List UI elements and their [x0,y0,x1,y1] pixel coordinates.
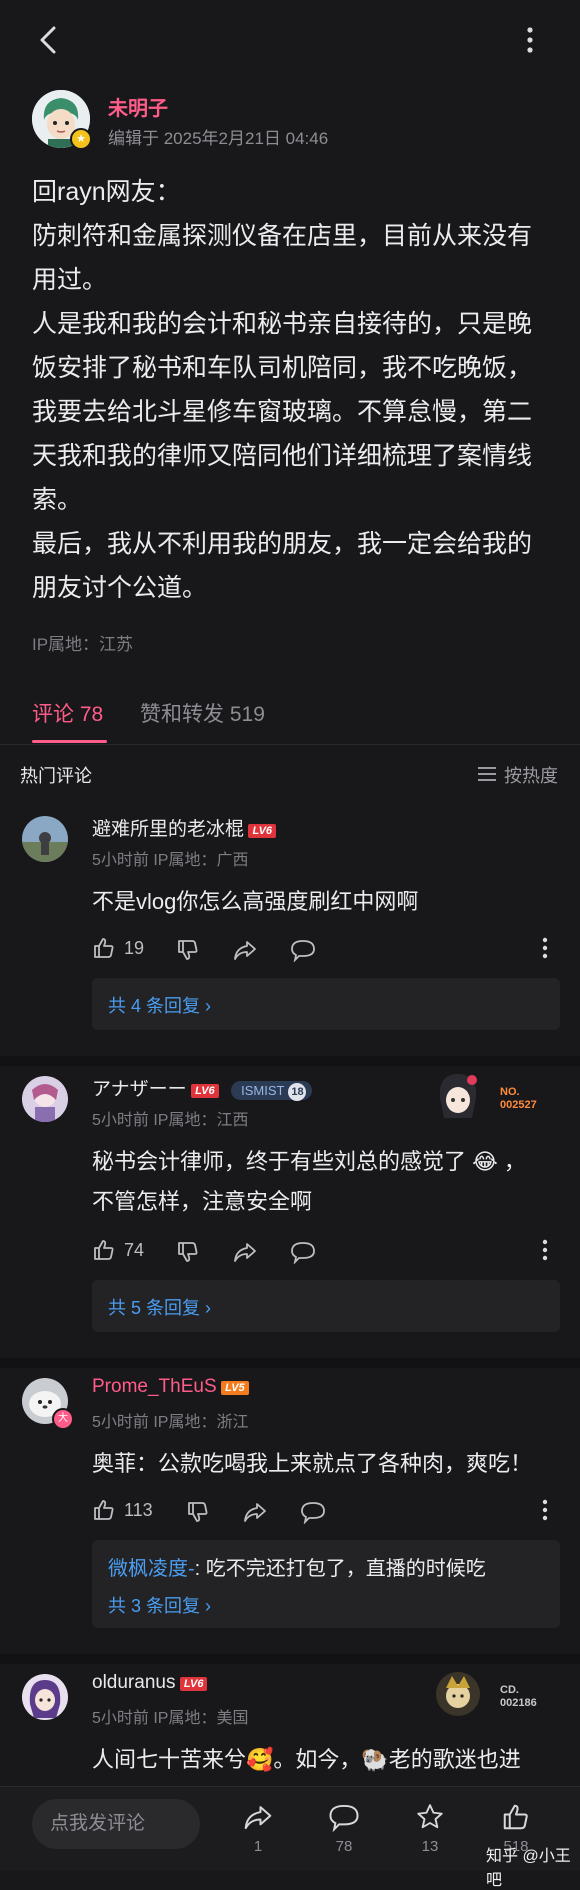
commenter-name[interactable]: Prome_ThEuS [92,1376,217,1397]
reply-preview-box[interactable]: 微枫凌度-: 吃不完还打包了，直播的时候吃 共 3 条回复 › [92,1540,560,1628]
commenter-name-row: 避难所里的老冰棍 LV6 [92,814,277,841]
top-bar [0,0,580,80]
comment-more-icon[interactable] [540,1238,550,1262]
medal-avatar[interactable] [432,1668,484,1720]
sort-icon[interactable] [478,766,498,782]
medal-number: CD. 002186 [500,1684,537,1710]
star-icon[interactable] [414,1802,446,1832]
hot-comments-label: 热门评论 [20,766,92,786]
comment-text: 人间七十苦来兮🥰。如今，🐏老的歌迷也进 [92,1747,521,1772]
comment-text-line: 秘书会计律师，终于有些刘总的感觉了 😂 ， [92,1149,526,1174]
reply-username[interactable]: 微枫凌度- [108,1558,195,1580]
comment-icon[interactable] [328,1802,360,1833]
comment-meta: 5小时前 IP属地：江西 [92,1112,249,1129]
commenter-avatar[interactable] [22,1674,68,1720]
level-badge: LV6 [179,1676,208,1691]
medal-id: 002527 [500,1099,537,1111]
like-icon[interactable] [92,1238,116,1262]
dislike-icon[interactable] [176,1240,200,1264]
post-body: 回rayn网友： 防刺符和金属探测仪备在店里，目前从来没有用过。 人是我和我的会… [32,170,552,610]
like-count: 19 [124,938,145,958]
fan-badge-level: 18 [288,1083,307,1101]
commenter-name-row: olduranus LV6 [92,1672,208,1694]
comment-more-icon[interactable] [540,1498,550,1522]
fan-badge-label: ISMIST [241,1083,285,1098]
level-badge: LV5 [221,1380,249,1395]
share-icon[interactable] [232,1240,258,1264]
comment-more-icon[interactable] [540,936,550,960]
comment-text: 奥菲：公款吃喝我上来就点了各种肉，爽吃！ [92,1451,533,1476]
edit-time: 编辑于 2025年2月21日 04:46 [108,129,329,148]
view-replies-link[interactable]: 共 4 条回复 › [108,992,211,1018]
medal-id: 002186 [500,1697,537,1709]
commenter-name-row: Prome_ThEuS LV5 [92,1376,249,1398]
post-paragraph: 人是我和我的会计和秘书亲自接待的，只是晚饭安排了秘书和车队司机陪同，我不吃晚饭，… [32,310,533,514]
comment-meta: 5小时前 IP属地：浙江 [92,1414,249,1431]
dislike-icon[interactable] [176,938,200,962]
tab-comments[interactable]: 评论 78 [32,698,103,728]
verified-badge-icon: ★ [70,128,92,150]
medal-avatar[interactable] [432,1068,484,1124]
comment-separator [0,1654,580,1664]
share-icon[interactable] [242,1802,274,1832]
reply-text: : 吃不完还打包了，直播的时候吃 [194,1558,486,1580]
like-icon[interactable] [92,936,116,960]
medal-label: CD. [500,1684,519,1696]
share-count: 1 [253,1838,263,1855]
more-vertical-icon[interactable] [515,20,545,60]
commenter-avatar[interactable] [22,816,68,862]
avatar-rank-badge: 大 [52,1408,74,1430]
comment-input[interactable]: 点我发评论 [32,1799,200,1849]
comment-meta: 5小时前 IP属地：广西 [92,852,249,869]
post-paragraph: 最后，我从不利用我的朋友，我一定会给我的朋友讨个公道。 [32,530,533,602]
commenter-name[interactable]: 避难所里的老冰棍 [92,819,244,840]
commenter-name-row: アナザーー LV6 ISMIST 18 [92,1074,313,1101]
like-icon[interactable] [500,1802,532,1832]
like-icon[interactable] [92,1498,116,1522]
share-icon[interactable] [232,938,258,962]
comment-text: 秘书会计律师，终于有些刘总的感觉了 😂 ， 不管怎样，注意安全啊 [92,1142,526,1222]
medal-label: NO. [500,1086,520,1098]
ip-location: IP属地：江苏 [32,635,134,654]
comment-count: 78 [335,1838,353,1855]
comment-icon[interactable] [290,1240,316,1265]
divider [0,744,580,745]
view-replies-link[interactable]: 共 3 条回复 › [108,1592,211,1618]
level-badge: LV6 [248,823,277,838]
star-count: 13 [421,1838,439,1855]
active-tab-indicator [32,740,107,743]
comment-separator [0,1358,580,1368]
fan-badge[interactable]: ISMIST 18 [231,1081,313,1101]
post-paragraph: 防刺符和金属探测仪备在店里，目前从来没有用过。 [32,222,533,294]
share-icon[interactable] [242,1500,268,1524]
level-badge: LV6 [191,1083,219,1098]
like-count: 113 [124,1500,153,1520]
sort-by-hot-button[interactable]: 按热度 [504,762,558,788]
comment-icon[interactable] [300,1500,326,1525]
comment-meta: 5小时前 IP属地：美国 [92,1710,249,1727]
reply-preview-box[interactable]: 共 5 条回复 › [92,1280,560,1332]
dislike-icon[interactable] [186,1500,210,1524]
reply-preview-line: 微枫凌度-: 吃不完还打包了，直播的时候吃 [108,1552,486,1581]
reply-preview-box[interactable]: 共 4 条回复 › [92,978,560,1030]
back-icon[interactable] [30,20,70,60]
view-replies-link[interactable]: 共 5 条回复 › [108,1294,211,1320]
like-count: 74 [124,1240,145,1260]
comment-text-line: 不管怎样，注意安全啊 [92,1189,313,1214]
post-paragraph: 回rayn网友： [32,178,181,206]
watermark: 知乎 @小王吧 [486,1848,571,1889]
medal-number: NO. 002527 [500,1086,537,1112]
commenter-name[interactable]: olduranus [92,1672,175,1693]
commenter-avatar[interactable] [22,1076,68,1122]
commenter-name[interactable]: アナザーー [92,1079,187,1100]
comment-separator [0,1056,580,1066]
comment-text: 不是vlog你怎么高强度刷红中网啊 [92,889,419,914]
comment-icon[interactable] [290,938,316,963]
tab-likes-reposts[interactable]: 赞和转发 519 [140,698,265,728]
author-name[interactable]: 未明子 [108,92,168,121]
